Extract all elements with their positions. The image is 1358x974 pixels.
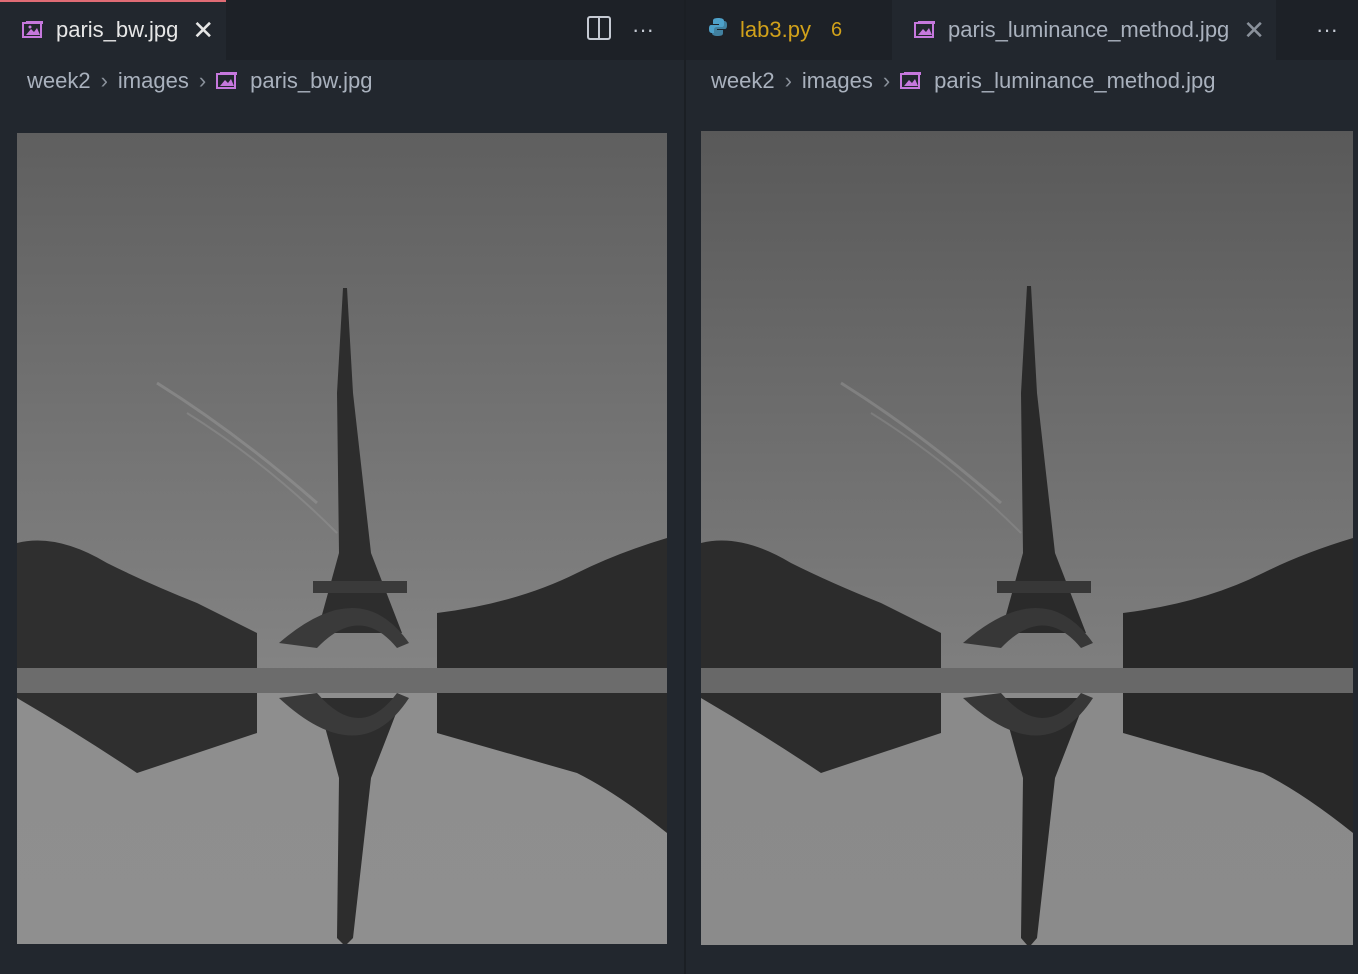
tab-lab3-py[interactable]: lab3.py 6 xyxy=(686,0,888,60)
image-icon xyxy=(914,20,936,40)
breadcrumb-folder-images[interactable]: images xyxy=(802,68,873,94)
eiffel-tower-image xyxy=(17,133,667,944)
breadcrumb: week2 › images › paris_luminance_method.… xyxy=(711,62,1215,100)
editor-actions-left: ··· xyxy=(586,0,654,60)
active-tab-indicator xyxy=(0,0,226,2)
chevron-right-icon: › xyxy=(784,68,792,93)
problem-count-badge: 6 xyxy=(830,18,843,41)
editor-actions-right: ··· xyxy=(1316,0,1338,60)
tab-label: lab3.py xyxy=(740,17,811,42)
split-editor-icon[interactable] xyxy=(586,15,612,46)
breadcrumb-file[interactable]: paris_bw.jpg xyxy=(250,68,372,94)
image-icon xyxy=(216,71,238,91)
close-icon[interactable]: ✕ xyxy=(192,17,214,43)
image-preview xyxy=(17,133,667,944)
image-icon xyxy=(22,20,44,40)
close-icon[interactable]: ✕ xyxy=(1243,17,1265,43)
editor-group-left: paris_bw.jpg ✕ ··· week2 › images › pari… xyxy=(0,0,684,974)
breadcrumb-folder-week2[interactable]: week2 xyxy=(27,68,91,94)
python-icon xyxy=(708,17,728,43)
chevron-right-icon: › xyxy=(100,68,108,93)
breadcrumb-file[interactable]: paris_luminance_method.jpg xyxy=(934,68,1215,94)
image-icon xyxy=(900,71,922,91)
tab-paris-luminance[interactable]: paris_luminance_method.jpg ✕ xyxy=(892,0,1276,60)
breadcrumb-folder-images[interactable]: images xyxy=(118,68,189,94)
chevron-right-icon: › xyxy=(198,68,207,93)
more-actions-icon[interactable]: ··· xyxy=(632,17,654,43)
tab-paris-bw[interactable]: paris_bw.jpg ✕ xyxy=(0,0,226,60)
tab-bar-left: paris_bw.jpg ✕ ··· xyxy=(0,0,684,60)
breadcrumb: week2 › images › paris_bw.jpg xyxy=(27,62,372,100)
eiffel-tower-image xyxy=(701,131,1353,945)
tab-bar-right: lab3.py 6 paris_luminance_method.jpg ✕ ·… xyxy=(686,0,1358,60)
editor-group-right: lab3.py 6 paris_luminance_method.jpg ✕ ·… xyxy=(686,0,1358,974)
breadcrumb-folder-week2[interactable]: week2 xyxy=(711,68,775,94)
tab-label: paris_bw.jpg xyxy=(56,17,179,42)
chevron-right-icon: › xyxy=(882,68,891,93)
tab-label: paris_luminance_method.jpg xyxy=(948,17,1230,42)
image-preview xyxy=(701,131,1353,945)
more-actions-icon[interactable]: ··· xyxy=(1316,17,1338,43)
